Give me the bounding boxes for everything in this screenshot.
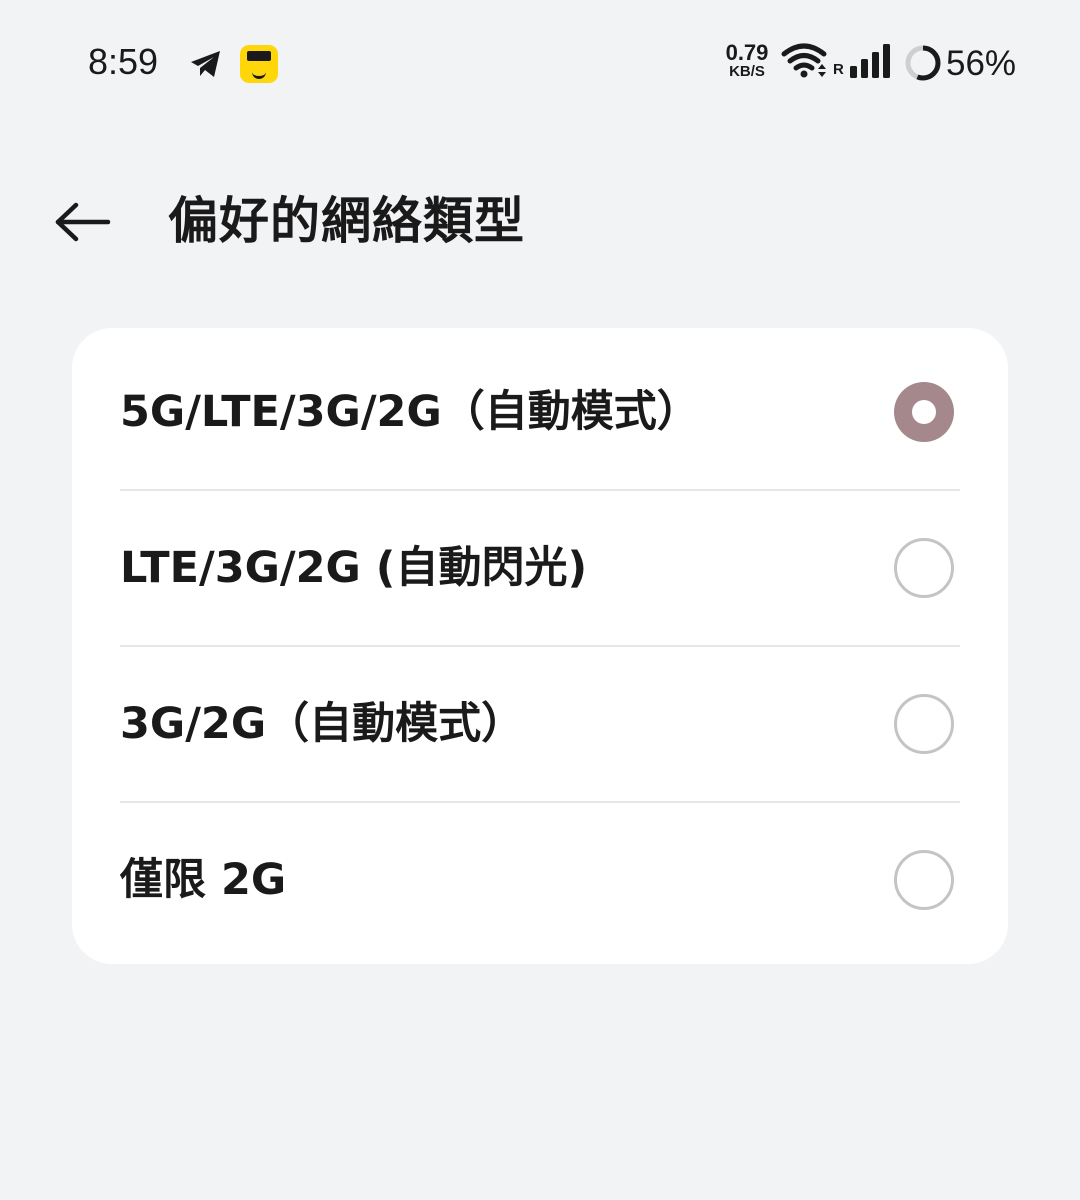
status-time: 8:59: [88, 41, 159, 82]
wifi-icon: [781, 43, 827, 78]
option-label: LTE/3G/2G (自動閃光): [120, 543, 588, 593]
network-speed: 0.79 KB/S: [718, 42, 776, 80]
option-2g-only[interactable]: 僅限 2G: [72, 802, 1008, 958]
roaming-indicator: R: [833, 61, 844, 78]
radio-button[interactable]: [894, 382, 954, 442]
battery-ring-icon: [905, 45, 941, 81]
option-3g-2g[interactable]: 3G/2G（自動模式）: [72, 646, 1008, 802]
back-button[interactable]: [40, 182, 126, 262]
battery-percent: 56%: [946, 44, 1017, 83]
signal-icon: [850, 44, 890, 78]
network-type-options: 5G/LTE/3G/2G（自動模式） LTE/3G/2G (自動閃光) 3G/2…: [72, 328, 1008, 964]
status-bar: 8:59 0.79 KB/S R 56%: [0, 0, 1080, 128]
radio-button[interactable]: [894, 538, 954, 598]
telegram-icon: [191, 51, 220, 77]
radio-button[interactable]: [894, 694, 954, 754]
header: 偏好的網絡類型: [0, 168, 1080, 278]
back-arrow-icon: [55, 202, 111, 242]
network-speed-value: 0.79: [725, 40, 769, 65]
app-badge-icon: [240, 45, 278, 83]
option-label: 5G/LTE/3G/2G（自動模式）: [120, 387, 700, 437]
option-5g-lte-3g-2g[interactable]: 5G/LTE/3G/2G（自動模式）: [72, 334, 1008, 490]
network-speed-unit: KB/S: [729, 63, 765, 80]
option-label: 僅限 2G: [120, 855, 287, 905]
option-lte-3g-2g[interactable]: LTE/3G/2G (自動閃光): [72, 490, 1008, 646]
option-label: 3G/2G（自動模式）: [120, 699, 525, 749]
radio-button[interactable]: [894, 850, 954, 910]
page-title: 偏好的網絡類型: [168, 192, 525, 250]
